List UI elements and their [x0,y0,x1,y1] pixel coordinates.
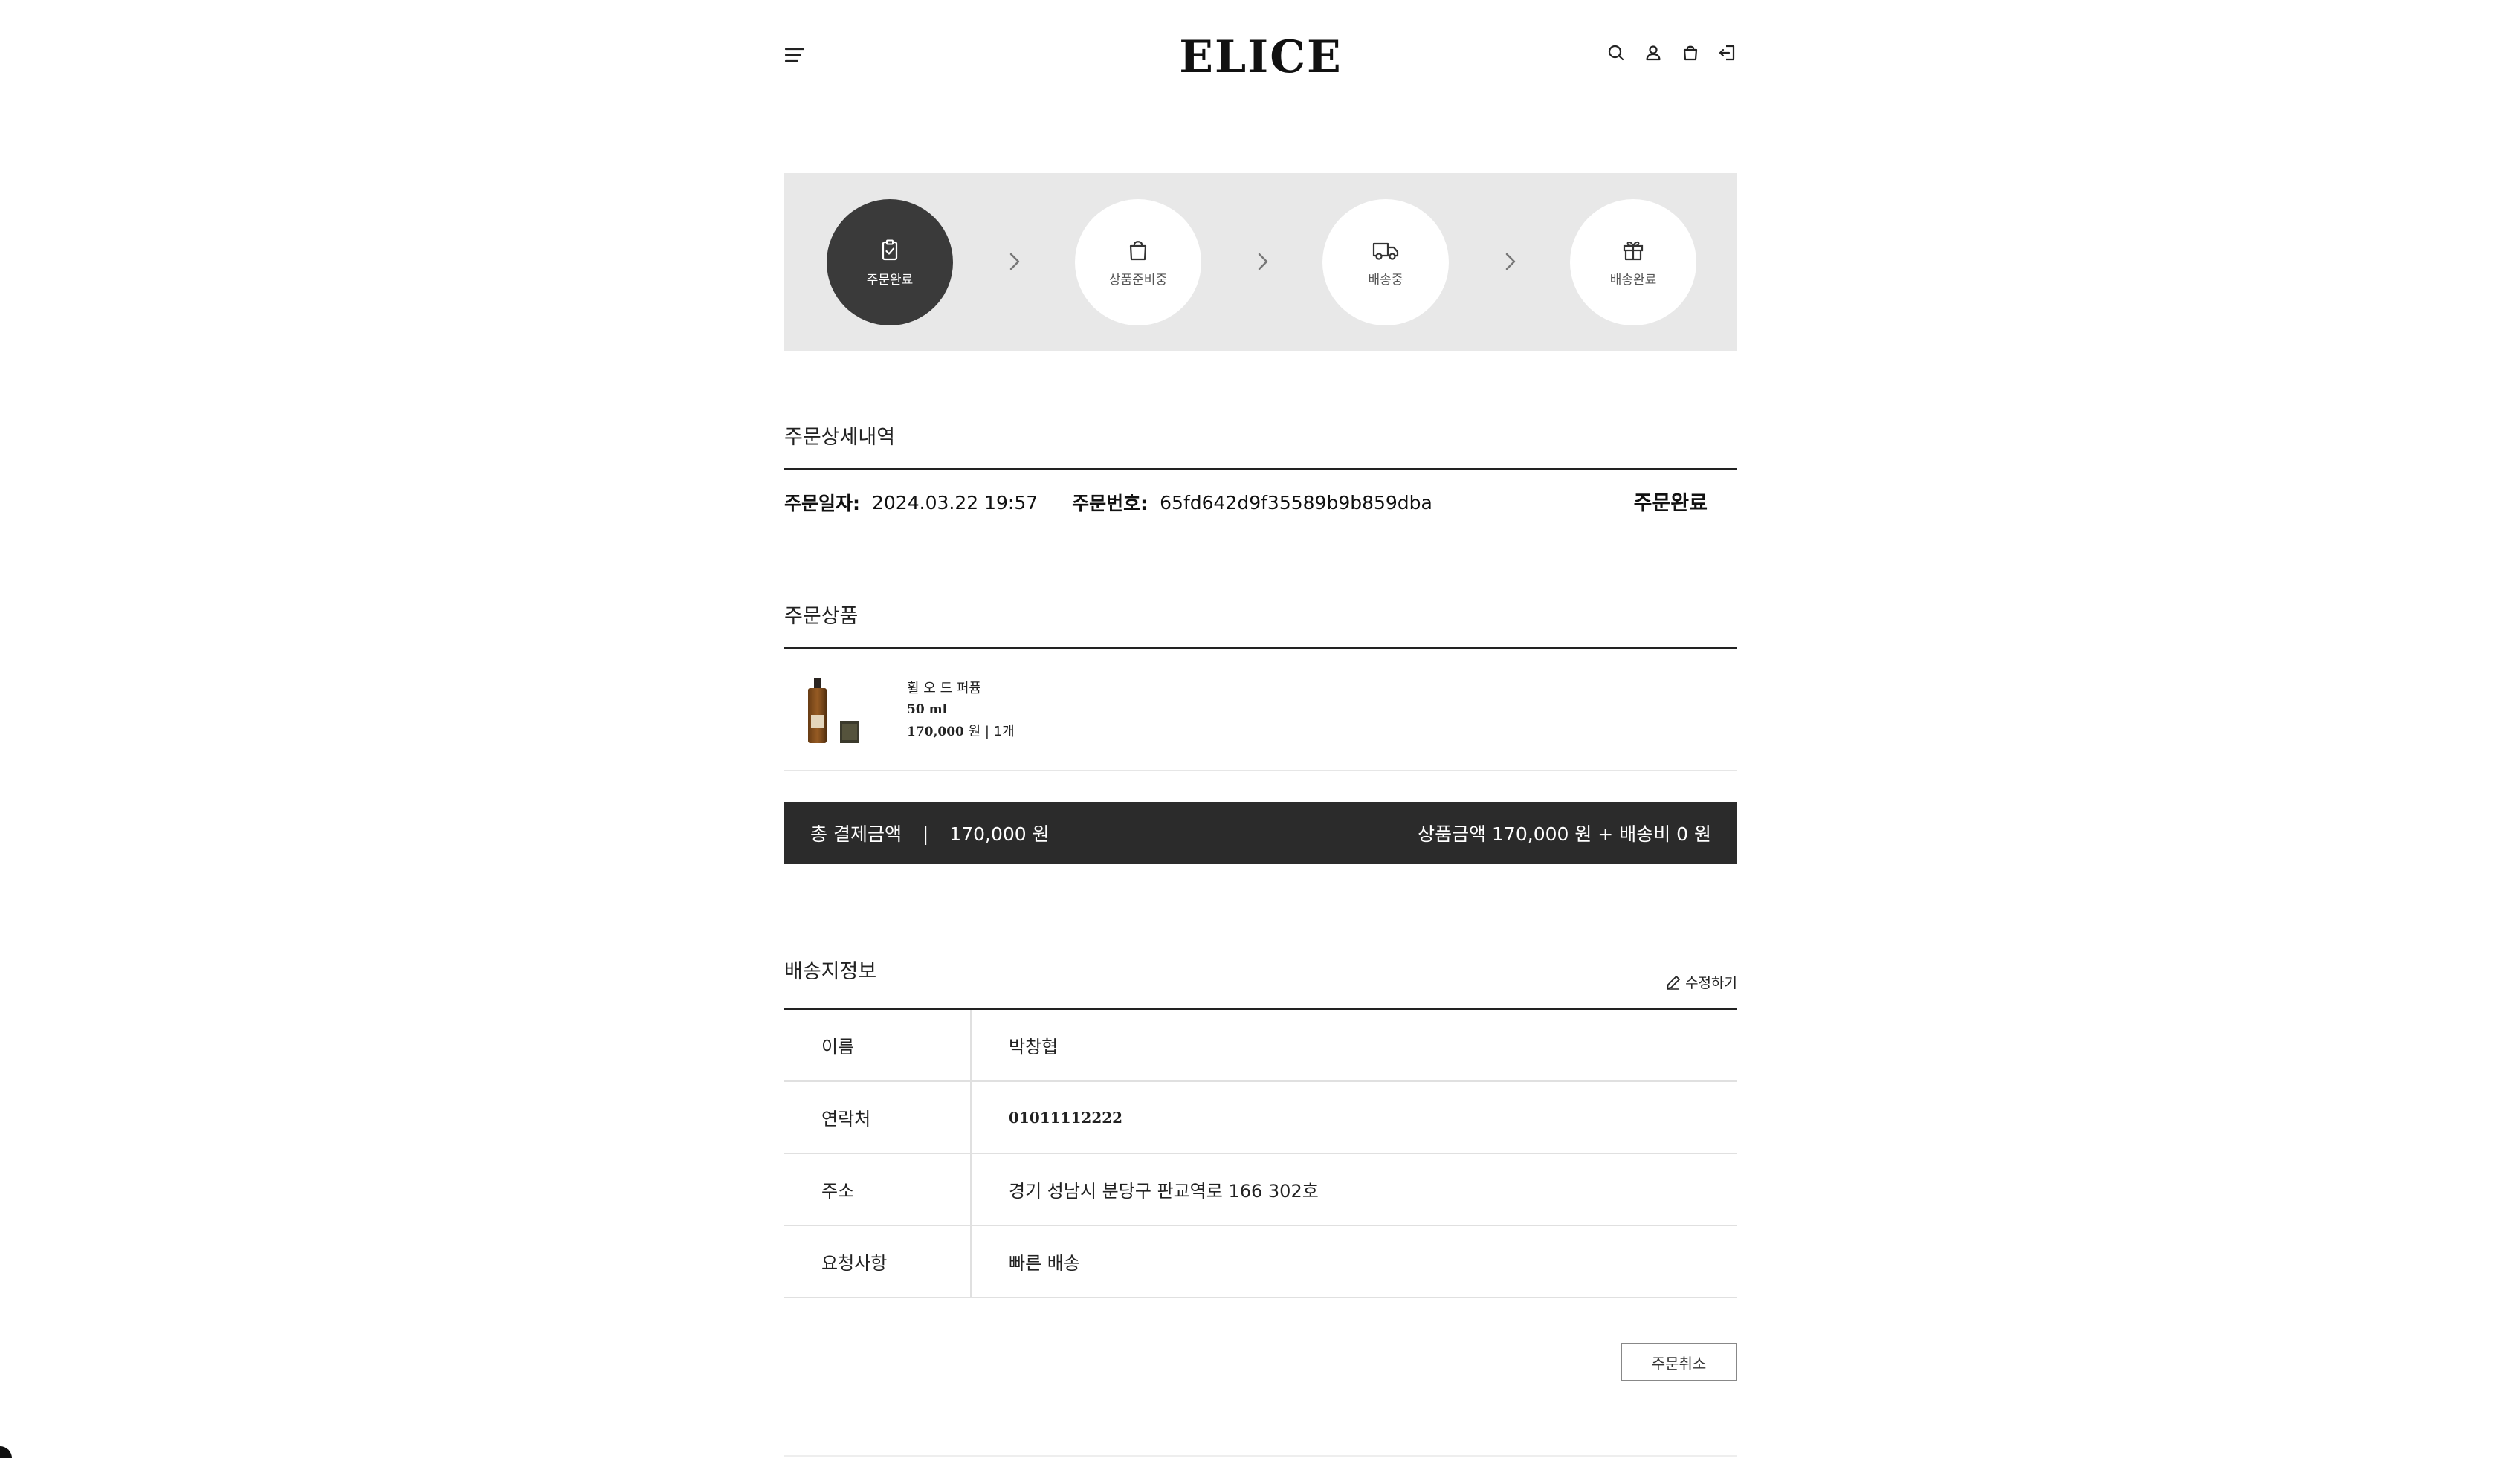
pencil-icon [1667,975,1680,990]
product-price-line: 170,000 원 | 1개 [907,721,1015,743]
chevron-right-icon [1258,253,1268,270]
divider [784,468,1737,470]
order-number-value: 65fd642d9f35589b9b859dba [1160,491,1432,513]
shipping-title: 배송지정보 [784,960,877,983]
cancel-order-button[interactable]: 주문취소 [1621,1343,1737,1381]
divider [784,647,1737,649]
order-progress: 주문완료 상품준비중 배송중 배송완료 [784,173,1737,351]
row-label: 연락처 [784,1082,972,1153]
product-name[interactable]: 휠 오 드 퍼퓸 [907,678,1015,699]
table-row: 요청사항 빠른 배송 [784,1226,1737,1298]
product-image[interactable] [799,676,868,748]
window-corner [0,1446,12,1458]
product-info: 휠 오 드 퍼퓸 50 ml 170,000 원 | 1개 [907,678,1015,743]
table-row: 주소 경기 성남시 분당구 판교역로 166 302호 [784,1154,1737,1226]
product-price-unit: 원 | 1개 [968,724,1015,739]
user-icon[interactable] [1644,43,1663,62]
order-date-label: 주문일자: [784,493,860,514]
clipboard-check-icon [882,239,898,260]
row-value: 빠른 배송 [1009,1253,1080,1274]
footer-divider [784,1455,1737,1457]
step-label: 배송완료 [1609,272,1657,288]
total-left: 총 결제금액 | 170,000 원 [810,820,1050,846]
table-row: 이름 박창협 [784,1010,1737,1082]
order-items-title: 주문상품 [784,605,859,628]
product-price: 170,000 [907,725,964,739]
edit-label: 수정하기 [1685,975,1737,991]
shipping-table: 이름 박창협 연락처 01011112222 주소 경기 성남시 분당구 판교역… [784,1008,1737,1298]
step-preparing: 상품준비중 [1075,199,1201,325]
step-label: 주문완료 [866,272,914,288]
order-status: 주문완료 [1633,492,1708,515]
total-label: 총 결제금액 [810,823,902,845]
logo[interactable]: ELICE [784,31,1737,83]
total-breakdown: 상품금액 170,000 원 + 배송비 0 원 [1418,823,1711,845]
divider [784,770,1737,771]
total-separator: | [922,823,929,845]
chevron-right-icon [1009,253,1020,270]
product-volume: 50 ml [907,702,948,717]
order-number-label: 주문번호: [1072,493,1148,514]
cart-icon[interactable] [1681,43,1700,62]
shopping-bag-icon [1129,240,1147,260]
row-value: 경기 성남시 분당구 판교역로 166 302호 [1009,1181,1319,1202]
row-label: 주소 [784,1154,972,1225]
order-detail-page: ELICE 주문완료 상품준비중 배송중 배송완료 주문상세내역 주문일자: 2… [784,0,1737,1458]
search-icon[interactable] [1606,43,1626,62]
order-date-value: 2024.03.22 19:57 [872,491,1038,513]
step-label: 상품준비중 [1108,272,1168,288]
row-value: 박창협 [1009,1037,1059,1057]
step-delivered: 배송완료 [1570,199,1696,325]
row-label: 이름 [784,1010,972,1080]
truck-icon [1372,242,1399,260]
logout-icon[interactable] [1718,43,1737,62]
step-shipping: 배송중 [1322,199,1449,325]
edit-shipping-button[interactable]: 수정하기 [1664,972,1737,992]
header-actions [1606,43,1737,62]
row-value: 01011112222 [1009,1108,1123,1127]
total-amount: 170,000 원 [949,823,1050,845]
order-meta: 주문일자: 2024.03.22 19:57 주문번호: 65fd642d9f3… [784,489,1737,516]
row-label: 요청사항 [784,1226,972,1297]
table-row: 연락처 01011112222 [784,1082,1737,1154]
chevron-right-icon [1505,253,1516,270]
order-detail-title: 주문상세내역 [784,426,896,449]
step-order-complete: 주문완료 [827,199,953,325]
gift-icon [1623,241,1644,260]
site-header: ELICE [784,0,1737,113]
total-payment-bar: 총 결제금액 | 170,000 원 상품금액 170,000 원 + 배송비 … [784,802,1737,864]
step-label: 배송중 [1368,272,1403,288]
